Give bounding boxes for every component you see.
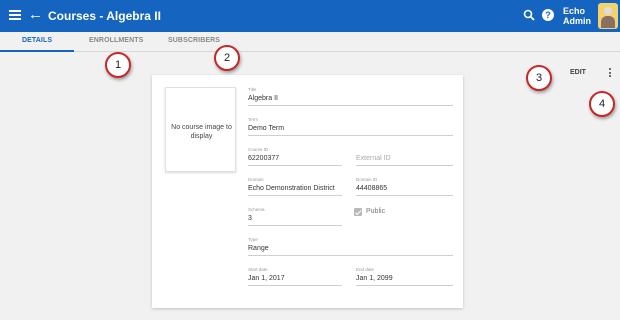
public-label: Public	[366, 208, 386, 215]
title-field[interactable]: Title Algebra II	[248, 87, 453, 106]
page-title: Courses - Algebra II	[48, 9, 161, 23]
domain-id-value: 44408865	[356, 185, 388, 192]
schema-field[interactable]: Schema 3	[248, 207, 342, 226]
course-details-card: No course image to display Title Algebra…	[152, 75, 463, 308]
tab-details[interactable]: DETAILS	[22, 37, 52, 44]
tab-subscribers[interactable]: SUBSCRIBERS	[168, 37, 220, 44]
type-value: Range	[248, 245, 269, 252]
external-id-placeholder: External ID	[356, 155, 391, 162]
type-field[interactable]: Type Range	[248, 237, 453, 256]
course-id-label: Course ID	[248, 147, 269, 152]
user-name[interactable]: Echo Admin	[563, 6, 591, 26]
domain-value: Echo Demonstration District	[248, 185, 335, 192]
domain-id-field[interactable]: Domain ID 44408865	[356, 177, 453, 196]
search-icon[interactable]	[523, 9, 535, 21]
no-image-text: No course image to display	[171, 124, 232, 140]
callout-2: 2	[214, 45, 240, 71]
callout-4: 4	[589, 91, 615, 117]
callout-3: 3	[526, 65, 552, 91]
start-date-label: Start date	[248, 267, 268, 272]
type-label: Type	[248, 237, 258, 242]
user-first-name: Echo	[563, 6, 586, 16]
end-date-value: Jan 1, 2099	[356, 275, 393, 282]
tab-enrollments[interactable]: ENROLLMENTS	[89, 37, 143, 44]
public-checkbox[interactable]	[354, 208, 362, 216]
title-value: Algebra II	[248, 95, 278, 102]
term-label: Term	[248, 117, 258, 122]
end-date-field[interactable]: End date Jan 1, 2099	[356, 267, 453, 286]
avatar[interactable]	[598, 3, 618, 29]
start-date-field[interactable]: Start date Jan 1, 2017	[248, 267, 342, 286]
domain-label: Domain	[248, 177, 264, 182]
start-date-value: Jan 1, 2017	[248, 275, 285, 282]
term-field[interactable]: Term Demo Term	[248, 117, 453, 136]
menu-icon[interactable]	[9, 10, 21, 20]
edit-button[interactable]: EDIT	[570, 69, 586, 76]
tab-bar: DETAILS ENROLLMENTS SUBSCRIBERS	[0, 32, 620, 52]
user-last-name: Admin	[563, 16, 591, 26]
external-id-field[interactable]: External ID	[356, 147, 453, 166]
domain-id-label: Domain ID	[356, 177, 378, 182]
schema-label: Schema	[248, 207, 265, 212]
active-tab-indicator	[0, 50, 74, 52]
callout-1: 1	[105, 52, 131, 78]
more-options-icon[interactable]	[609, 68, 612, 80]
end-date-label: End date	[356, 267, 375, 272]
course-id-field[interactable]: Course ID 62200377	[248, 147, 342, 166]
back-arrow-icon[interactable]: ←	[28, 6, 43, 24]
help-icon[interactable]: ?	[542, 9, 554, 21]
course-id-value: 62200377	[248, 155, 280, 162]
course-image-placeholder[interactable]: No course image to display	[165, 87, 236, 172]
app-bar: ← Courses - Algebra II ? Echo Admin	[0, 0, 620, 32]
domain-field[interactable]: Domain Echo Demonstration District	[248, 177, 342, 196]
title-label: Title	[248, 87, 257, 92]
term-value: Demo Term	[248, 125, 285, 132]
schema-value: 3	[248, 215, 252, 222]
